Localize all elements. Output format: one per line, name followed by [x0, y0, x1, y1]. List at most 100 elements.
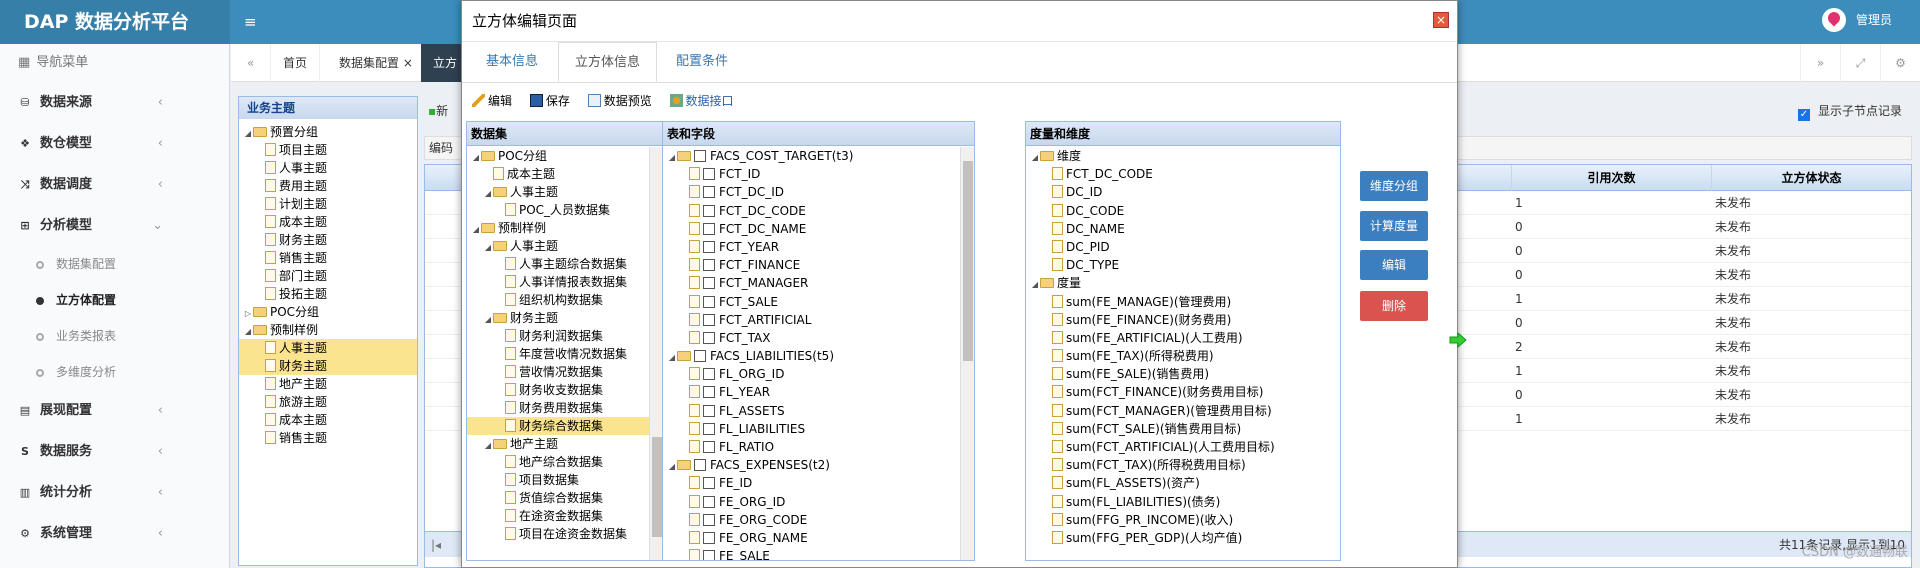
sidebar-item-warehouse-model[interactable]: ❖ 数仓模型 ‹	[0, 123, 229, 164]
tree-node[interactable]: 组织机构数据集	[467, 291, 663, 309]
tree-node[interactable]: FL_ASSETS	[663, 402, 974, 420]
sidebar-item-system[interactable]: ⚙ 系统管理 ‹	[0, 513, 229, 554]
tree-node[interactable]: sum(FE_TAX)(所得税费用)	[1026, 347, 1340, 365]
tree-node[interactable]: FL_LIABILITIES	[663, 420, 974, 438]
tree-node[interactable]: FE_ORG_NAME	[663, 529, 974, 547]
tree-checkbox[interactable]	[703, 259, 715, 272]
tree-node[interactable]: DC_PID	[1026, 238, 1340, 256]
checkbox-checked[interactable]: ✓	[1798, 109, 1810, 121]
tree-node[interactable]: ◢ FACS_EXPENSES(t2)	[663, 456, 974, 474]
tree-node[interactable]: 地产主题	[239, 375, 417, 393]
tree-node[interactable]: FCT_DC_CODE	[663, 202, 974, 220]
tree-node[interactable]: FCT_MANAGER	[663, 274, 974, 292]
tree-checkbox[interactable]	[703, 513, 715, 526]
tree-node[interactable]: ◢ FACS_COST_TARGET(t3)	[663, 147, 974, 165]
tree-checkbox[interactable]	[703, 222, 715, 235]
sidebar-item-analysis-model[interactable]: ⊞ 分析模型 ⌄	[0, 205, 229, 246]
tree-checkbox[interactable]	[703, 550, 715, 560]
tree-checkbox[interactable]	[703, 186, 715, 199]
tree-node[interactable]: ◢ 预制样例	[467, 219, 663, 237]
tree-node[interactable]: sum(FCT_MANAGER)(管理费用目标)	[1026, 402, 1340, 420]
tree-node[interactable]: 人事详情报表数据集	[467, 273, 663, 291]
preview-button[interactable]: 数据预览	[587, 87, 652, 115]
column-header-status[interactable]: 立方体状态	[1711, 165, 1911, 191]
tree-node[interactable]: 成本主题	[467, 165, 663, 183]
tree-node[interactable]: DC_TYPE	[1026, 256, 1340, 274]
show-children-toggle[interactable]: ✓ 显示子节点记录	[1798, 102, 1902, 121]
tab-basic-info[interactable]: 基本信息	[470, 42, 554, 82]
close-icon[interactable]: ×	[1433, 12, 1449, 28]
save-button[interactable]: 保存	[529, 87, 570, 115]
tree-node[interactable]: 货值综合数据集	[467, 489, 663, 507]
tree-node[interactable]: sum(FFG_PR_INCOME)(收入)	[1026, 511, 1340, 529]
tree-node[interactable]: FCT_TAX	[663, 329, 974, 347]
tree-checkbox[interactable]	[694, 150, 706, 162]
fullscreen-icon[interactable]: ⤢	[1840, 44, 1880, 82]
tree-node[interactable]: sum(FL_ASSETS)(资产)	[1026, 474, 1340, 492]
tree-checkbox[interactable]	[694, 350, 706, 363]
tree-node[interactable]: 计划主题	[239, 195, 417, 213]
tree-node[interactable]: FCT_ARTIFICIAL	[663, 311, 974, 329]
tree-node[interactable]: FE_ID	[663, 474, 974, 492]
tree-node[interactable]: 成本主题	[239, 411, 417, 429]
tree-node[interactable]: 财务利润数据集	[467, 327, 663, 345]
tree-node[interactable]: ◢ POC分组	[467, 147, 663, 165]
tree-node[interactable]: FCT_DC_CODE	[1026, 165, 1340, 183]
tree-node[interactable]: 成本主题	[239, 213, 417, 231]
tree-node[interactable]: DC_NAME	[1026, 220, 1340, 238]
tree-node[interactable]: sum(FE_MANAGE)(管理费用)	[1026, 293, 1340, 311]
app-logo[interactable]: DAP 数据分析平台	[0, 0, 230, 44]
tree-node[interactable]: sum(FCT_TAX)(所得税费用目标)	[1026, 456, 1340, 474]
tree-node[interactable]: ◢ 人事主题	[467, 237, 663, 255]
tree-checkbox[interactable]	[703, 204, 715, 217]
tree-node[interactable]: 财务主题	[239, 231, 417, 249]
sidebar-subitem-cube-config[interactable]: 立方体配置	[0, 282, 229, 318]
first-page-icon[interactable]: |◂	[431, 532, 441, 558]
tab-dataset-config[interactable]: 数据集配置 ×	[327, 44, 426, 82]
hamburger-icon[interactable]: ≡	[244, 0, 257, 44]
tree-node[interactable]: sum(FE_FINANCE)(财务费用)	[1026, 311, 1340, 329]
column-header-refs[interactable]: 引用次数	[1511, 165, 1711, 191]
tree-node[interactable]: 投拓主题	[239, 285, 417, 303]
tree-node[interactable]: 人事主题	[239, 339, 417, 357]
tree-node[interactable]: sum(FE_ARTIFICIAL)(人工费用)	[1026, 329, 1340, 347]
tree-node[interactable]: ◢ FACS_LIABILITIES(t5)	[663, 347, 974, 365]
tree-node[interactable]: 项目在途资金数据集	[467, 525, 663, 543]
tree-node[interactable]: FCT_ID	[663, 165, 974, 183]
delete-measure-button[interactable]: 删除	[1360, 291, 1428, 321]
edit-measure-button[interactable]: 编辑	[1360, 250, 1428, 280]
dimension-group-button[interactable]: 维度分组	[1360, 171, 1428, 201]
tree-checkbox[interactable]	[703, 404, 715, 417]
tree-node[interactable]: FE_ORG_CODE	[663, 511, 974, 529]
tree-node[interactable]: sum(FCT_SALE)(销售费用目标)	[1026, 420, 1340, 438]
tree-node[interactable]: sum(FE_SALE)(销售费用)	[1026, 365, 1340, 383]
tree-node[interactable]: DC_ID	[1026, 183, 1340, 201]
tree-node[interactable]: sum(FCT_ARTIFICIAL)(人工费用目标)	[1026, 438, 1340, 456]
tree-node[interactable]: ◢ 预制样例	[239, 321, 417, 339]
tree-node[interactable]: FCT_DC_ID	[663, 183, 974, 201]
tree-checkbox[interactable]	[703, 331, 715, 344]
tree-checkbox[interactable]	[694, 459, 706, 472]
tree-node[interactable]: sum(FFG_PER_GDP)(人均产值)	[1026, 529, 1340, 547]
tab-cube-info[interactable]: 立方体信息	[558, 42, 658, 82]
tree-node[interactable]: 项目主题	[239, 141, 417, 159]
sidebar-item-statistics[interactable]: ▥ 统计分析 ‹	[0, 472, 229, 513]
tree-checkbox[interactable]	[703, 277, 715, 290]
tree-checkbox[interactable]	[703, 531, 715, 544]
tree-node[interactable]: FE_SALE	[663, 547, 974, 560]
tree-node[interactable]: 财务费用数据集	[467, 399, 663, 417]
tree-node[interactable]: 旅游主题	[239, 393, 417, 411]
edit-button[interactable]: 编辑	[472, 87, 512, 115]
sidebar-item-scheduling[interactable]: ⤨ 数据调度 ‹	[0, 164, 229, 205]
tree-node[interactable]: sum(FL_LIABILITIES)(债务)	[1026, 493, 1340, 511]
tree-node[interactable]: 财务收支数据集	[467, 381, 663, 399]
tree-node[interactable]: FCT_FINANCE	[663, 256, 974, 274]
tree-node[interactable]: FCT_SALE	[663, 293, 974, 311]
tree-node[interactable]: 项目数据集	[467, 471, 663, 489]
tree-checkbox[interactable]	[703, 495, 715, 508]
tree-node[interactable]: ◢ 预置分组	[239, 123, 417, 141]
tree-node[interactable]: DC_CODE	[1026, 202, 1340, 220]
tree-node[interactable]: ◢ 度量	[1026, 274, 1340, 292]
gear-icon[interactable]: ⚙	[1880, 44, 1920, 82]
tree-node[interactable]: 地产综合数据集	[467, 453, 663, 471]
